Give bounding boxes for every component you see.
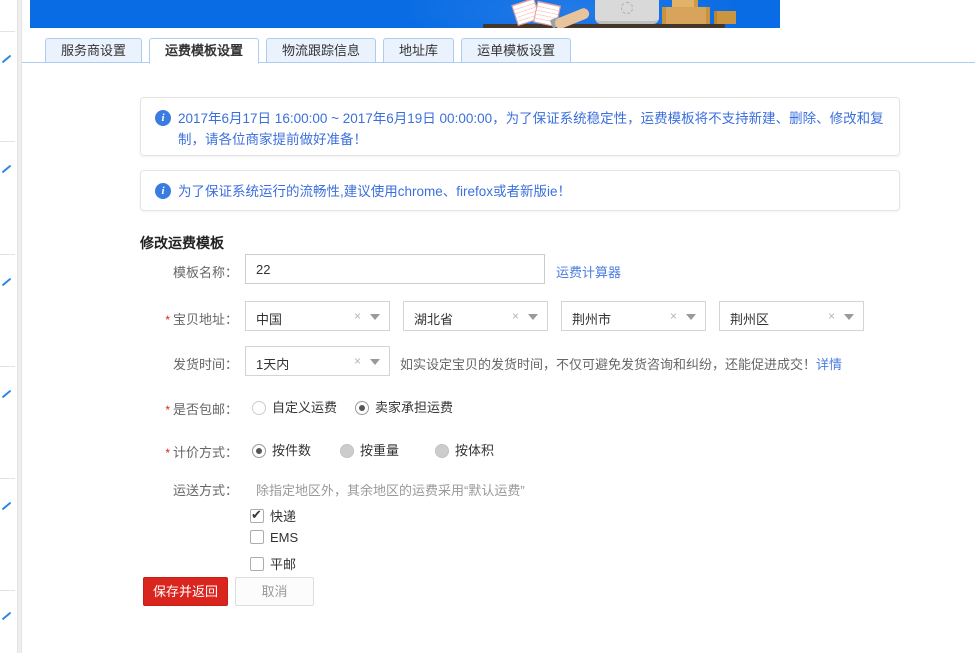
required-asterisk: * (165, 313, 170, 327)
address-district-select[interactable]: 荆州区 × (719, 301, 864, 331)
chevron-down-icon[interactable] (844, 314, 854, 320)
chevron-down-icon[interactable] (370, 359, 380, 365)
radio-seller-pays-freight[interactable]: 卖家承担运费 (355, 397, 453, 416)
clipped-sidebar-icon (2, 502, 12, 511)
tab-bar: 服务商设置 运费模板设置 物流跟踪信息 地址库 运单模板设置 (45, 38, 571, 64)
clipped-sidebar-icon (2, 278, 12, 287)
clipped-sidebar-icon (2, 55, 12, 64)
shipping-method-hint: 除指定地区外，其余地区的运费采用“默认运费” (256, 480, 525, 499)
tab-shipping-template-settings[interactable]: 运费模板设置 (149, 38, 259, 64)
clear-icon[interactable]: × (354, 309, 361, 323)
info-icon: i (155, 183, 171, 199)
page-title: 修改运费模板 (140, 233, 224, 253)
left-divider-bar (17, 0, 22, 653)
clear-icon[interactable]: × (512, 309, 519, 323)
select-value: 中国 (256, 309, 282, 328)
alert-text: 为了保证系统运行的流畅性,建议使用chrome、firefox或者新版ie！ (178, 181, 885, 202)
checkbox-icon[interactable] (250, 557, 264, 571)
strip-divider (0, 31, 15, 32)
clipped-sidebar-icon (2, 612, 12, 621)
checkbox-ems[interactable]: EMS (250, 530, 298, 545)
checkbox-express[interactable]: 快递 (250, 506, 296, 525)
top-banner (30, 0, 780, 28)
tab-address-book[interactable]: 地址库 (383, 38, 454, 63)
tab-waybill-template-settings[interactable]: 运单模板设置 (461, 38, 571, 63)
clear-icon[interactable]: × (354, 354, 361, 368)
template-name-input[interactable] (245, 254, 545, 284)
tab-logistics-tracking[interactable]: 物流跟踪信息 (266, 38, 376, 63)
cancel-button[interactable]: 取消 (235, 577, 314, 606)
template-name-label: 模板名称： (100, 262, 238, 281)
pricing-method-label: *计价方式： (100, 442, 238, 461)
tab-service-provider-settings[interactable]: 服务商设置 (45, 38, 142, 63)
select-value: 1天内 (256, 354, 289, 373)
radio-icon[interactable] (355, 401, 369, 415)
select-value: 荆州区 (730, 309, 769, 328)
checkbox-icon[interactable] (250, 530, 264, 544)
banner-boxes-illustration (714, 11, 736, 24)
radio-icon[interactable] (252, 401, 266, 415)
address-city-select[interactable]: 荆州市 × (561, 301, 706, 331)
freight-calculator-link[interactable]: 运费计算器 (556, 262, 621, 281)
shipping-method-label: 运送方式： (100, 480, 238, 499)
free-shipping-label: *是否包邮： (100, 399, 238, 418)
radio-icon (340, 444, 354, 458)
delivery-time-select[interactable]: 1天内 × (245, 346, 390, 376)
strip-divider (0, 254, 15, 255)
radio-by-weight[interactable]: 按重量 (340, 440, 399, 459)
browser-recommendation-alert: i 为了保证系统运行的流畅性,建议使用chrome、firefox或者新版ie！ (140, 170, 900, 211)
banner-boxes-illustration (662, 7, 710, 24)
details-link[interactable]: 详情 (816, 357, 842, 372)
radio-icon (435, 444, 449, 458)
strip-divider (0, 478, 15, 479)
clear-icon[interactable]: × (828, 309, 835, 323)
select-value: 荆州市 (572, 309, 611, 328)
clipped-sidebar-icon (2, 165, 12, 174)
chevron-down-icon[interactable] (686, 314, 696, 320)
delivery-time-label: 发货时间： (100, 354, 238, 373)
chevron-down-icon[interactable] (370, 314, 380, 320)
radio-by-volume[interactable]: 按体积 (435, 440, 494, 459)
address-province-select[interactable]: 湖北省 × (403, 301, 548, 331)
select-value: 湖北省 (414, 309, 453, 328)
checkbox-icon[interactable] (250, 509, 264, 523)
radio-icon[interactable] (252, 444, 266, 458)
clipped-sidebar-icon (2, 390, 12, 399)
delivery-time-hint: 如实设定宝贝的发货时间，不仅可避免发货咨询和纠纷，还能促进成交！详情 (400, 354, 842, 373)
strip-divider (0, 366, 15, 367)
alert-text: 2017年6月17日 16:00:00 ~ 2017年6月19日 00:00:0… (178, 108, 885, 150)
checkbox-surface-mail[interactable]: 平邮 (250, 554, 296, 573)
clear-icon[interactable]: × (670, 309, 677, 323)
info-icon: i (155, 110, 171, 126)
strip-divider (0, 141, 15, 142)
radio-custom-freight[interactable]: 自定义运费 (252, 397, 337, 416)
strip-divider (0, 590, 15, 591)
radio-by-piece[interactable]: 按件数 (252, 440, 311, 459)
required-asterisk: * (165, 403, 170, 417)
banner-boxes-illustration (672, 0, 698, 7)
save-and-return-button[interactable]: 保存并返回 (143, 577, 228, 606)
address-country-select[interactable]: 中国 × (245, 301, 390, 331)
chevron-down-icon[interactable] (528, 314, 538, 320)
required-asterisk: * (165, 446, 170, 460)
page: 服务商设置 运费模板设置 物流跟踪信息 地址库 运单模板设置 i 2017年6月… (0, 0, 975, 653)
banner-laptop-illustration (595, 0, 659, 24)
item-address-label: *宝贝地址： (100, 309, 238, 328)
system-maintenance-alert: i 2017年6月17日 16:00:00 ~ 2017年6月19日 00:00… (140, 97, 900, 156)
